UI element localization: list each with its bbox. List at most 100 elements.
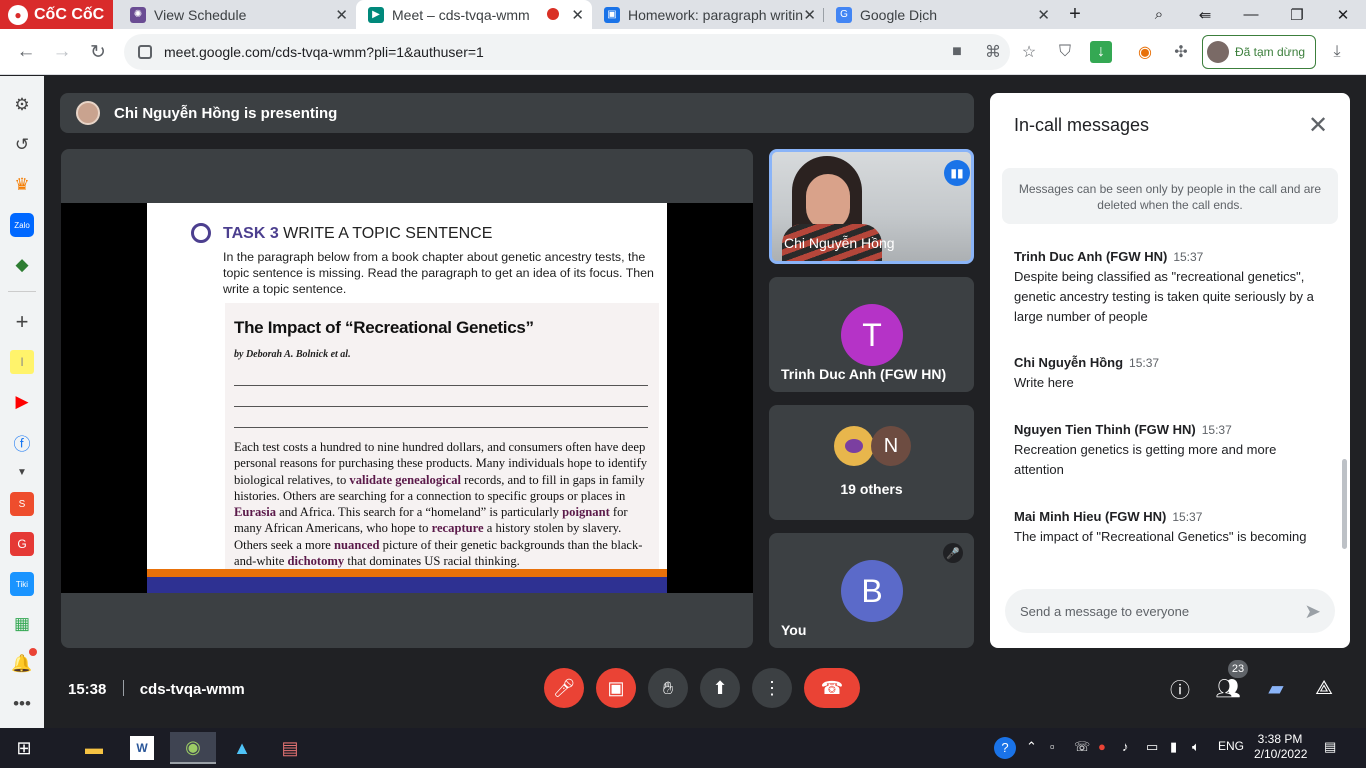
crown-icon[interactable]: ♛: [10, 173, 34, 197]
coccoc-ext-icon[interactable]: ◉: [1134, 41, 1156, 63]
back-tab-icon[interactable]: ⇚: [1182, 0, 1228, 29]
add-icon[interactable]: +: [10, 309, 34, 334]
bookmark-star-icon[interactable]: ☆: [1018, 41, 1040, 63]
close-tab-icon[interactable]: ✕: [1037, 6, 1050, 24]
activities-icon[interactable]: ⟁: [1310, 674, 1338, 702]
close-tab-icon[interactable]: ✕: [803, 6, 816, 24]
winrar-icon[interactable]: ▤: [270, 732, 310, 764]
presenter-name: Chi Nguyễn Hồng: [784, 235, 895, 251]
raise-hand-button[interactable]: ✋︎: [648, 668, 688, 708]
hang-up-icon: ☎: [820, 677, 844, 698]
settings-gear-icon[interactable]: ⚙: [10, 93, 34, 117]
zalo-icon[interactable]: Zalo: [10, 213, 34, 237]
message-time: 15:37: [1172, 510, 1203, 524]
reload-icon[interactable]: ↻: [84, 38, 112, 66]
camera-off-button[interactable]: ▣: [596, 668, 636, 708]
body-text: that dominates US racial thinking.: [344, 554, 520, 569]
tray-meet-icon[interactable]: ▫: [1050, 739, 1055, 754]
youtube-icon[interactable]: ▶: [10, 390, 34, 414]
volume-icon[interactable]: 🔈︎: [1192, 739, 1200, 755]
tab-homework[interactable]: ▣ Homework: paragraph writin ✕: [592, 0, 824, 29]
chat-panel: In-call messages ✕ Messages can be seen …: [990, 93, 1350, 648]
shield-icon[interactable]: ⛉: [1054, 41, 1076, 63]
close-window-button[interactable]: ✕: [1320, 0, 1366, 29]
avatar: [1207, 41, 1229, 63]
chat-input[interactable]: Send a message to everyone ➤: [1005, 589, 1335, 633]
language-indicator[interactable]: ENG: [1218, 739, 1244, 753]
tray-alert-icon[interactable]: ●: [1098, 739, 1106, 754]
download-icon[interactable]: ⤓: [1326, 41, 1348, 63]
notes-icon[interactable]: I: [10, 350, 34, 374]
chat-input-placeholder: Send a message to everyone: [1020, 603, 1190, 619]
wifi-icon[interactable]: ☏: [1074, 739, 1090, 755]
schedule-favicon-icon: ✺: [130, 6, 146, 23]
chat-icon[interactable]: ▰: [1262, 674, 1290, 702]
tab-view-schedule[interactable]: ✺ View Schedule ✕: [118, 0, 356, 29]
message-time: 15:37: [1173, 250, 1204, 264]
tab-meet[interactable]: ▶ Meet – cds-tvqa-wmm ✕: [356, 0, 592, 29]
chevron-up-icon[interactable]: ⌃: [1026, 739, 1037, 755]
url-bar[interactable]: meet.google.com/cds-tvqa-wmm?pli=1&authu…: [124, 34, 1010, 70]
microphone-icon[interactable]: ♪: [1122, 739, 1129, 754]
vocab-word: poignant: [562, 505, 610, 520]
close-icon[interactable]: ✕: [1308, 111, 1328, 140]
display-icon[interactable]: ▭: [1146, 739, 1158, 755]
file-explorer-icon[interactable]: ▬: [74, 732, 114, 764]
battery-icon[interactable]: ▮: [1170, 739, 1177, 755]
sheets-icon[interactable]: ▦: [10, 612, 34, 636]
photos-icon[interactable]: ▲: [222, 732, 262, 764]
presenting-banner: Chi Nguyễn Hồng is presenting: [60, 93, 974, 133]
help-icon[interactable]: ?: [994, 737, 1016, 759]
close-tab-icon[interactable]: ✕: [571, 6, 584, 24]
forward-arrow-icon[interactable]: →: [48, 38, 76, 66]
windows-start-icon[interactable]: ⊞: [4, 732, 44, 764]
coccoc-brand[interactable]: ● CốC CốC: [0, 0, 113, 29]
app-red-icon[interactable]: G: [10, 532, 34, 556]
tiki-icon[interactable]: Tiki: [10, 572, 34, 596]
tab-search-icon[interactable]: ⌕: [1136, 0, 1182, 29]
writing-line: [234, 385, 648, 386]
participant-tile-trinh[interactable]: T Trinh Duc Anh (FGW HN): [769, 277, 974, 392]
close-tab-icon[interactable]: ✕: [335, 6, 348, 24]
self-tile[interactable]: B 🎤 You: [769, 533, 974, 648]
back-arrow-icon[interactable]: ←: [12, 38, 40, 66]
tab-google-translate[interactable]: G Google Dịch ✕: [824, 0, 1058, 29]
chevron-down-icon[interactable]: ▼: [10, 460, 34, 484]
system-clock[interactable]: 3:38 PM 2/10/2022: [1254, 732, 1307, 762]
presentation-stage[interactable]: TASK 3 WRITE A TOPIC SENTENCE In the par…: [61, 149, 753, 648]
minimize-button[interactable]: —: [1228, 0, 1274, 29]
history-icon[interactable]: ↺: [10, 133, 34, 157]
profile-paused-button[interactable]: Đã tạm dừng: [1202, 35, 1316, 69]
more-dots-icon[interactable]: •••: [10, 692, 34, 716]
list-item: Chi Nguyễn Hồng 15:37 Write here: [1014, 355, 1326, 393]
translate-icon[interactable]: ⌘: [982, 41, 1004, 63]
download-ext-icon[interactable]: ↓: [1090, 41, 1112, 63]
task-title: WRITE A TOPIC SENTENCE: [283, 225, 493, 242]
others-tile[interactable]: N 19 others: [769, 405, 974, 520]
coccoc-taskbar-icon[interactable]: ◉: [170, 732, 216, 764]
gamepad-icon[interactable]: ◆: [10, 253, 34, 277]
facebook-icon[interactable]: ⓕ: [10, 430, 34, 454]
presenter-tile[interactable]: ▮▮ Chi Nguyễn Hồng: [769, 149, 974, 264]
maximize-button[interactable]: ❐: [1274, 0, 1320, 29]
chat-scrollbar[interactable]: [1342, 459, 1347, 549]
send-icon[interactable]: ➤: [1304, 599, 1321, 624]
more-options-button[interactable]: ⋮: [752, 668, 792, 708]
shopee-icon[interactable]: S: [10, 492, 34, 516]
people-icon[interactable]: 👥︎: [1214, 674, 1242, 702]
slide-blue-band: [147, 577, 667, 593]
tab-title: Homework: paragraph writin: [628, 6, 804, 23]
mic-off-button[interactable]: 🎤︎: [544, 668, 584, 708]
extensions-puzzle-icon[interactable]: ✣: [1170, 41, 1192, 63]
word-icon[interactable]: W: [130, 736, 154, 760]
body-text: and Africa. This search for a “homeland”…: [276, 505, 563, 520]
notifications-icon[interactable]: ▤: [1324, 739, 1336, 755]
message-list[interactable]: … Trinh Duc Anh (FGW HN)15:37 Despite be…: [990, 233, 1342, 567]
new-tab-button[interactable]: +: [1052, 0, 1098, 29]
present-button[interactable]: ⬆: [700, 668, 740, 708]
camera-icon[interactable]: ■: [946, 41, 968, 63]
brand-label: CốC CốC: [34, 5, 105, 23]
leave-call-button[interactable]: ☎: [804, 668, 860, 708]
message-sender: Chi Nguyễn Hồng: [1014, 355, 1124, 370]
info-icon[interactable]: ⓘ: [1166, 674, 1194, 702]
